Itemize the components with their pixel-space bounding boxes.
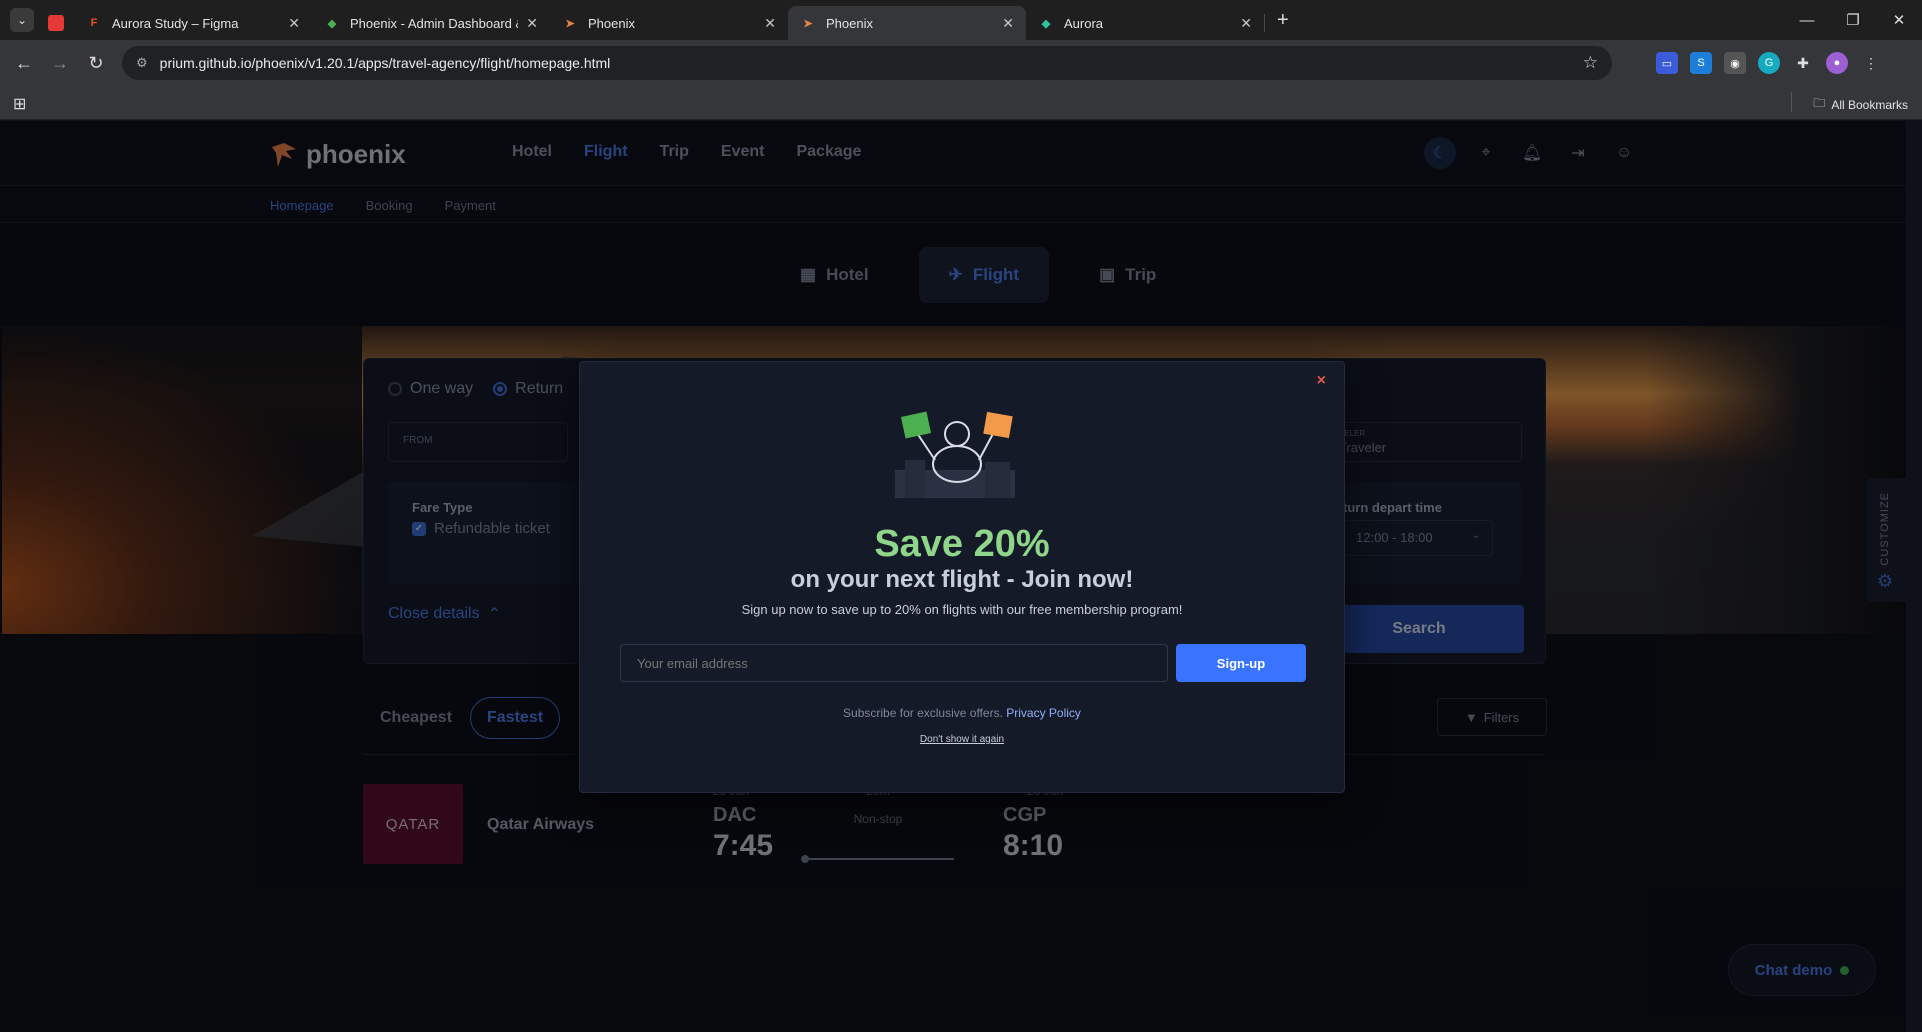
address-bar-row: ← → ↻ ⚙ prium.github.io/phoenix/v1.20.1/… [0,40,1922,86]
close-tab-icon[interactable]: ✕ [1240,15,1252,32]
profile-avatar[interactable]: ● [1826,52,1848,74]
tab-phoenix[interactable]: ➤ Phoenix ✕ [550,6,788,40]
tab-phoenix-active[interactable]: ➤ Phoenix ✕ [788,6,1026,40]
shopping-bags-illustration [895,411,1015,498]
extension-s-icon[interactable]: S [1690,52,1712,74]
signup-button[interactable]: Sign-up [1176,644,1306,682]
tab-title: Phoenix [826,15,873,31]
grammarly-icon[interactable]: G [1758,52,1780,74]
dont-show-again-link[interactable]: Don't show it again [580,734,1344,745]
aurora-icon: ◆ [1041,17,1051,30]
phoenix-green-icon: ◆ [327,17,337,30]
close-icon[interactable]: × [1317,372,1326,390]
tab-title: Aurora [1064,15,1104,31]
tab-aurora-figma[interactable]: F Aurora Study – Figma ✕ [74,6,312,40]
tab-phoenix-admin[interactable]: ◆ Phoenix - Admin Dashboard & ✕ [312,6,550,40]
close-tab-icon[interactable]: ✕ [764,15,776,32]
bookmarks-separator [1791,92,1792,112]
tab-pinned[interactable] [34,6,74,40]
tab-search-button[interactable]: ⌄ [10,8,34,32]
close-tab-icon[interactable]: ✕ [288,15,300,32]
close-tab-icon[interactable]: ✕ [526,15,538,32]
apps-grid-icon[interactable]: ⊞ [13,94,26,114]
bookmark-star-icon[interactable]: ☆ [1583,53,1598,73]
phoenix-orange-icon: ➤ [803,17,813,30]
red-square-icon [48,15,64,31]
tab-separator [1264,14,1265,32]
camera-icon[interactable]: ◉ [1724,52,1746,74]
minimize-icon[interactable]: — [1784,0,1830,40]
figma-icon: F [90,17,98,29]
signup-label: Sign-up [1216,655,1266,671]
subscribe-text: Subscribe for exclusive offers. [843,706,1003,720]
email-input[interactable] [620,644,1168,682]
modal-description: Sign up now to save up to 20% on flights… [741,602,1183,617]
tab-aurora[interactable]: ◆ Aurora ✕ [1026,6,1264,40]
site-info-icon[interactable]: ⚙ [136,55,148,71]
window-controls: — ❐ ✕ [1784,0,1922,40]
privacy-policy-link[interactable]: Privacy Policy [1006,706,1081,720]
modal-subheadline: on your next flight - Join now! [790,566,1134,593]
subscribe-line: Subscribe for exclusive offers. Privacy … [580,706,1344,720]
phoenix-orange-icon: ➤ [565,17,575,30]
url-text: prium.github.io/phoenix/v1.20.1/apps/tra… [159,55,611,71]
tab-title: Phoenix [588,15,635,31]
menu-dots-icon[interactable]: ⋮ [1860,52,1882,74]
extensions-puzzle-icon[interactable]: ✚ [1792,52,1814,74]
bookmarks-bar: ⊞ 🗀 All Bookmarks [0,86,1922,120]
new-tab-button[interactable]: + [1277,9,1289,32]
close-tab-icon[interactable]: ✕ [1002,15,1014,32]
url-input[interactable]: ⚙ prium.github.io/phoenix/v1.20.1/apps/t… [122,46,1612,80]
restore-icon[interactable]: ❐ [1830,0,1876,40]
extension-icon[interactable]: ▭ [1656,52,1678,74]
tab-title: Phoenix - Admin Dashboard & [350,15,519,31]
browser-tab-bar: ⌄ F Aurora Study – Figma ✕ ◆ Phoenix - A… [0,0,1922,40]
extensions-area: ▭ S ◉ G ✚ ● ⋮ [1650,50,1888,76]
all-bookmarks-button[interactable]: 🗀 All Bookmarks [1813,94,1908,115]
modal-headline: Save 20% [874,523,1050,565]
promo-modal: × Save 20% on your next flight - Join no… [579,361,1345,793]
tab-title: Aurora Study – Figma [112,15,239,31]
back-icon[interactable]: ← [6,45,42,81]
close-window-icon[interactable]: ✕ [1876,0,1922,40]
reload-icon[interactable]: ↻ [78,45,114,81]
all-bookmarks-label: All Bookmarks [1831,97,1908,112]
folder-icon: 🗀 [1813,96,1826,110]
forward-icon[interactable]: → [42,45,78,81]
